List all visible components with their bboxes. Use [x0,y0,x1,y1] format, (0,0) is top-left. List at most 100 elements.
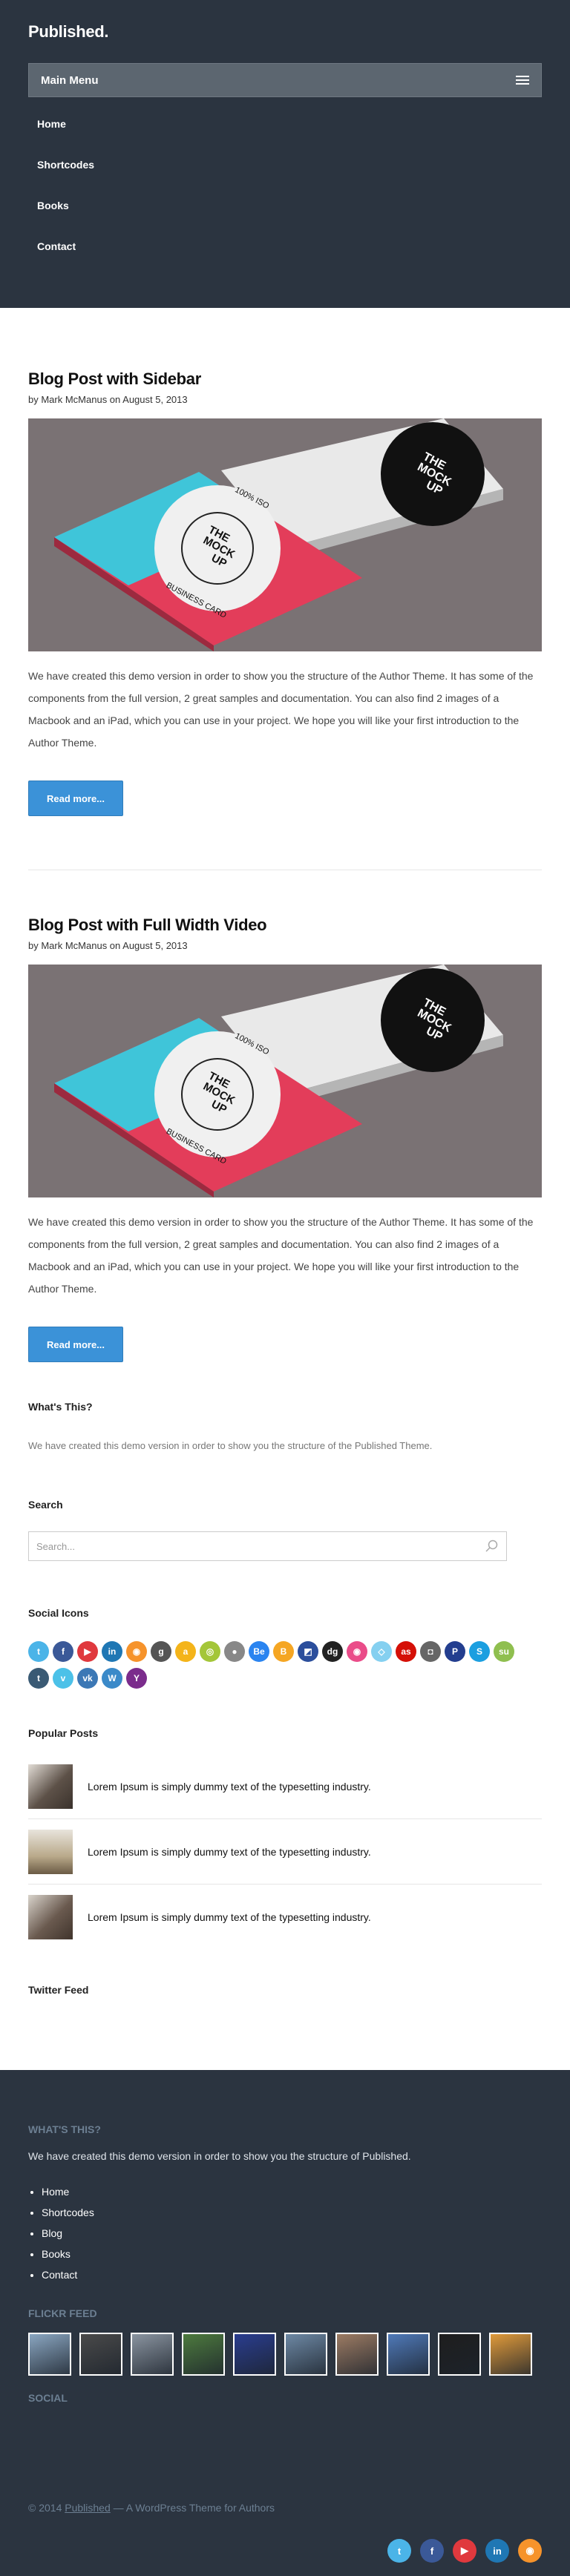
youtube-icon[interactable]: ▶ [453,2539,476,2563]
nav-item-home[interactable]: Home [37,116,542,157]
footer-link-home[interactable]: Home [42,2186,542,2207]
flickr-thumbnail[interactable] [182,2333,225,2376]
popular-posts-list: Lorem Ipsum is simply dummy text of the … [28,1754,542,1950]
post-title[interactable]: Blog Post with Sidebar [28,369,542,390]
main-menu-label: Main Menu [41,73,99,87]
flickr-thumbnail[interactable] [28,2333,71,2376]
linkedin-icon[interactable]: in [102,1641,122,1662]
main-content: Blog Post with Sidebar by Mark McManus o… [0,308,570,1996]
instagram-icon[interactable]: ◘ [420,1641,441,1662]
widget-title: What's This? [28,1401,93,1413]
site-footer: What's This? We have created this demo v… [0,2070,570,2576]
popular-post-thumbnail[interactable] [28,1829,73,1874]
footer-link-shortcodes[interactable]: Shortcodes [42,2207,542,2227]
dribbble-icon[interactable]: ◉ [347,1641,367,1662]
amazon-icon[interactable]: a [175,1641,196,1662]
delicious-icon[interactable]: ◩ [298,1641,318,1662]
tumblr-icon[interactable]: t [28,1668,49,1689]
footer-link-books[interactable]: Books [42,2248,542,2269]
wordpress-icon[interactable]: W [102,1668,122,1689]
skype-icon[interactable]: S [469,1641,490,1662]
widget-search: Search Search... [28,1499,542,1561]
business-card-mockup-image: THE MOCK UP THE MOCK UP 100% ISO BUSINES… [28,418,542,651]
blog-post: Blog Post with Full Width Video by Mark … [28,915,542,1362]
post-featured-image[interactable]: THE MOCK UP THE MOCK UP 100% ISO BUSINES… [28,965,542,1197]
widget-title: Twitter Feed [28,1984,89,1996]
footer-link-blog[interactable]: Blog [42,2227,542,2248]
business-card-mockup-image: THE MOCK UP THE MOCK UP 100% ISO BUSINES… [28,965,542,1197]
facebook-icon[interactable]: f [53,1641,73,1662]
rss-icon[interactable]: ◉ [126,1641,147,1662]
site-logo[interactable]: Published. [28,22,542,45]
footer-whats-this-title: What's This? [28,2123,101,2135]
vk-icon[interactable]: vk [77,1668,98,1689]
flickr-thumbnail[interactable] [79,2333,122,2376]
digg-icon[interactable]: dg [322,1641,343,1662]
lastfm-icon[interactable]: as [396,1641,416,1662]
behance-icon[interactable]: Be [249,1641,269,1662]
search-input[interactable]: Search... [28,1531,507,1561]
site-header: Published. Main Menu Home Shortcodes Boo… [0,0,570,308]
yahoo-icon[interactable]: Y [126,1668,147,1689]
popular-post-thumbnail[interactable] [28,1764,73,1809]
main-menu-toggle[interactable]: Main Menu [28,63,542,97]
search-placeholder: Search... [36,1540,76,1552]
post-title[interactable]: Blog Post with Full Width Video [28,915,542,936]
read-more-button[interactable]: Read more... [28,781,123,816]
footer-whats-this-text: We have created this demo version in ord… [28,2150,411,2162]
footer-social-title: Social [28,2392,68,2404]
flickr-thumbnail[interactable] [489,2333,532,2376]
post-excerpt: We have created this demo version in ord… [28,670,534,749]
widget-title: Search [28,1499,63,1511]
popular-post-title[interactable]: Lorem Ipsum is simply dummy text of the … [88,1911,371,1923]
popular-post-title[interactable]: Lorem Ipsum is simply dummy text of the … [88,1781,371,1793]
post-excerpt: We have created this demo version in ord… [28,1216,534,1295]
flickr-thumbnail[interactable] [438,2333,481,2376]
flickr-thumbnail[interactable] [131,2333,174,2376]
flickr-thumbnail[interactable] [233,2333,276,2376]
twitter-icon[interactable]: t [28,1641,49,1662]
stumbleupon-icon[interactable]: su [494,1641,514,1662]
read-more-button[interactable]: Read more... [28,1327,123,1362]
blogger-icon[interactable]: B [273,1641,294,1662]
apple-icon[interactable]: ● [224,1641,245,1662]
popular-post-item[interactable]: Lorem Ipsum is simply dummy text of the … [28,1819,542,1885]
footer-link-contact[interactable]: Contact [42,2269,542,2290]
flickr-thumbnail[interactable] [387,2333,430,2376]
copyright-link[interactable]: Published [65,2502,111,2514]
post-byline: by Mark McManus on August 5, 2013 [28,394,188,405]
flickr-thumbnail[interactable] [284,2333,327,2376]
post-byline: by Mark McManus on August 5, 2013 [28,940,188,951]
flickr-thumbnail[interactable] [335,2333,379,2376]
popular-post-title[interactable]: Lorem Ipsum is simply dummy text of the … [88,1846,371,1858]
facebook-icon[interactable]: f [420,2539,444,2563]
search-icon[interactable] [484,1539,499,1554]
dropbox-icon[interactable]: ◇ [371,1641,392,1662]
popular-post-item[interactable]: Lorem Ipsum is simply dummy text of the … [28,1885,542,1950]
paypal-icon[interactable]: P [445,1641,465,1662]
popular-post-item[interactable]: Lorem Ipsum is simply dummy text of the … [28,1754,542,1819]
widget-whats-this: What's This? We have created this demo v… [28,1401,542,1451]
linkedin-icon[interactable]: in [485,2539,509,2563]
flickr-feed [28,2333,542,2376]
hamburger-icon [516,76,529,85]
android-icon[interactable]: ◎ [200,1641,220,1662]
footer-links: Home Shortcodes Blog Books Contact [28,2186,542,2290]
social-icons-grid: t f ▶ in ◉ g a ◎ ● Be B ◩ dg ◉ ◇ as ◘ P Ssu t v vk W Y [28,1641,533,1695]
popular-post-thumbnail[interactable] [28,1895,73,1939]
copyright: © 2014 Published — A WordPress Theme for… [28,2502,275,2514]
youtube-icon[interactable]: ▶ [77,1641,98,1662]
widget-text: We have created this demo version in ord… [28,1440,433,1451]
widget-title: Social Icons [28,1607,89,1619]
nav-item-contact[interactable]: Contact [37,239,542,280]
widget-title: Popular Posts [28,1727,99,1739]
main-nav: Home Shortcodes Books Contact [28,116,542,280]
nav-item-books[interactable]: Books [37,198,542,239]
nav-item-shortcodes[interactable]: Shortcodes [37,157,542,198]
post-featured-image[interactable]: THE MOCK UP THE MOCK UP 100% ISO BUSINES… [28,418,542,651]
rss-icon[interactable]: ◉ [518,2539,542,2563]
widget-popular-posts: Popular Posts Lorem Ipsum is simply dumm… [28,1727,542,1950]
google-plus-icon[interactable]: g [151,1641,171,1662]
twitter-icon[interactable]: t [387,2539,411,2563]
vimeo-icon[interactable]: v [53,1668,73,1689]
